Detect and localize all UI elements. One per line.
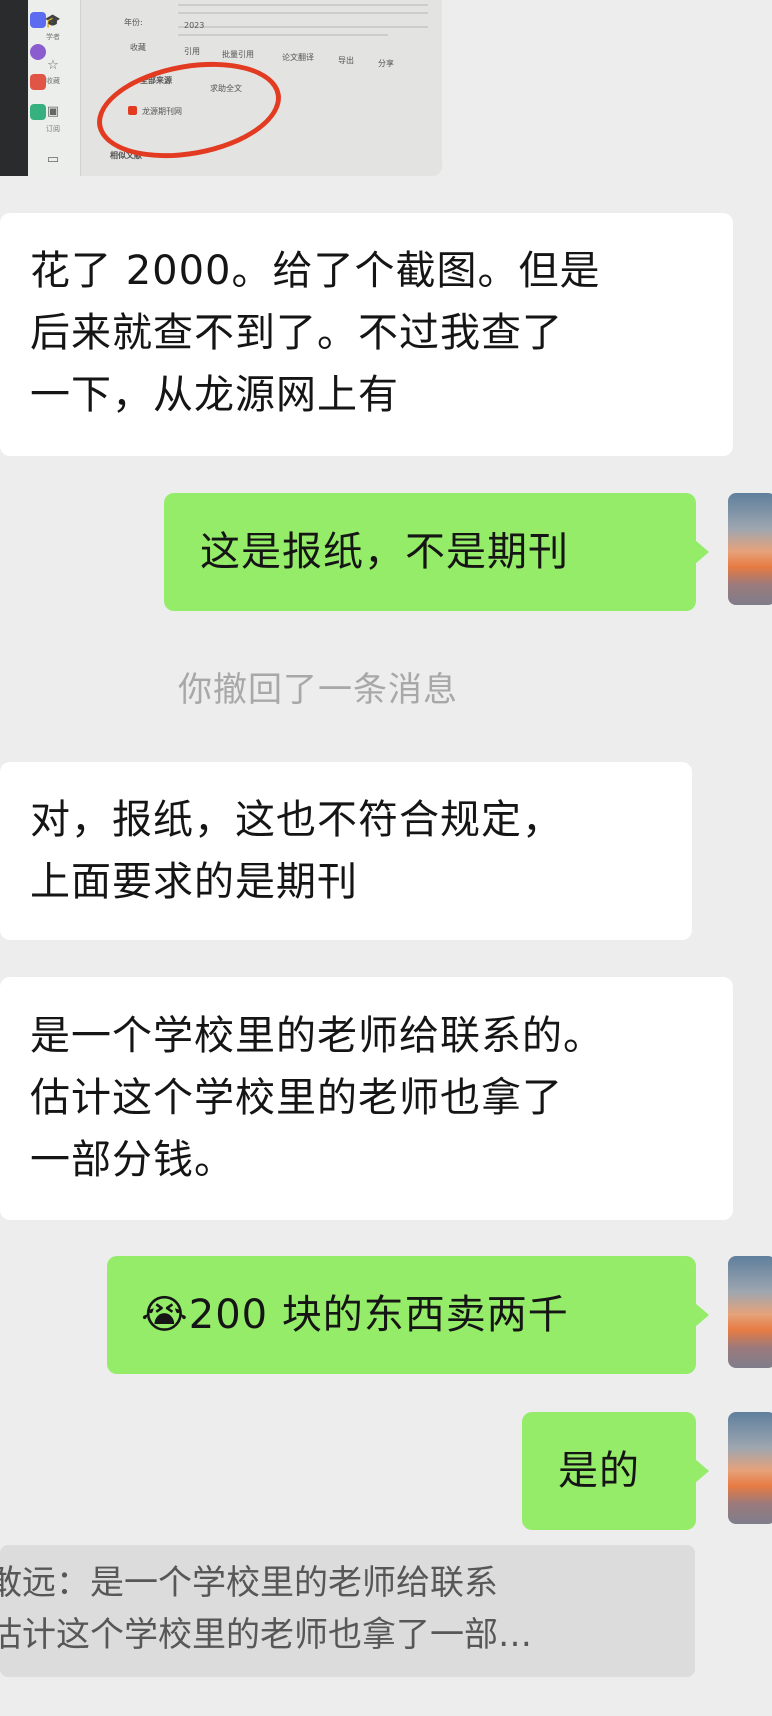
tablet-bezel [0,0,28,176]
quote-line: 估计这个学校里的老师也拿了一部… [0,1615,532,1655]
folder-icon: ▭ [46,152,60,167]
crying-face-icon: 😭 [141,1292,189,1338]
sidebar-label-favorites: 收藏 [46,77,60,85]
message-line: 估计这个学校里的老师也拿了 [30,1075,563,1121]
message-line: 一下，从龙源网上有 [30,372,399,418]
recalled-notice: 你撤回了一条消息 [178,670,458,710]
user-avatar[interactable] [728,1412,772,1524]
meta-label: 年份: [124,18,143,27]
toolbar-cite: 引用 [184,47,200,56]
message-line: 上面要求的是期刊 [30,859,358,905]
user-avatar[interactable] [728,1256,772,1368]
image-message[interactable]: 🎓 学者 ☆ 收藏 ▣ 订阅 ▭ 年份: 2023 收藏 引用 批量引用 论文翻… [0,0,442,176]
message-line: 这是报纸，不是期刊 [200,529,569,575]
toolbar-export: 导出 [338,56,354,65]
subscribe-icon: ▣ [46,104,60,119]
message-line: 后来就查不到了。不过我查了 [30,310,563,356]
sidebar-label-scholar: 学者 [46,33,60,41]
message-bubble-sent[interactable]: 这是报纸，不是期刊 [164,493,709,611]
quote-line: 敢远：是一个学校里的老师给联系 [0,1563,498,1603]
toolbar-translate: 论文翻译 [282,53,314,62]
toolbar-batch-cite: 批量引用 [222,50,254,59]
scholar-icon: 🎓 [44,14,62,29]
user-avatar[interactable] [728,493,772,605]
message-bubble-received[interactable]: 花了 2000。给了个截图。但是 后来就查不到了。不过我查了 一下，从龙源网上有 [0,213,733,456]
meta-value: 2023 [184,21,205,30]
message-line: 是的 [558,1448,640,1494]
quoted-message[interactable]: 敢远：是一个学校里的老师给联系 估计这个学校里的老师也拿了一部… [0,1545,695,1677]
message-line: 花了 2000。给了个截图。但是 [30,248,601,294]
message-bubble-received[interactable]: 对，报纸，这也不符合规定， 上面要求的是期刊 [0,762,692,940]
message-line: 一部分钱。 [30,1137,235,1183]
sidebar-label-subscribe: 订阅 [46,125,60,133]
message-line: 对，报纸，这也不符合规定， [30,797,563,843]
message-bubble-sent[interactable]: 是的 [522,1412,709,1530]
toolbar-favorite: 收藏 [130,43,146,52]
message-line: 😭200 块的东西卖两千 [141,1292,569,1338]
star-icon: ☆ [47,58,59,73]
message-line: 是一个学校里的老师给联系的。 [30,1013,604,1059]
message-bubble-sent[interactable]: 😭200 块的东西卖两千 [107,1256,709,1374]
message-bubble-received[interactable]: 是一个学校里的老师给联系的。 估计这个学校里的老师也拿了 一部分钱。 [0,977,733,1220]
toolbar-share: 分享 [378,59,394,68]
